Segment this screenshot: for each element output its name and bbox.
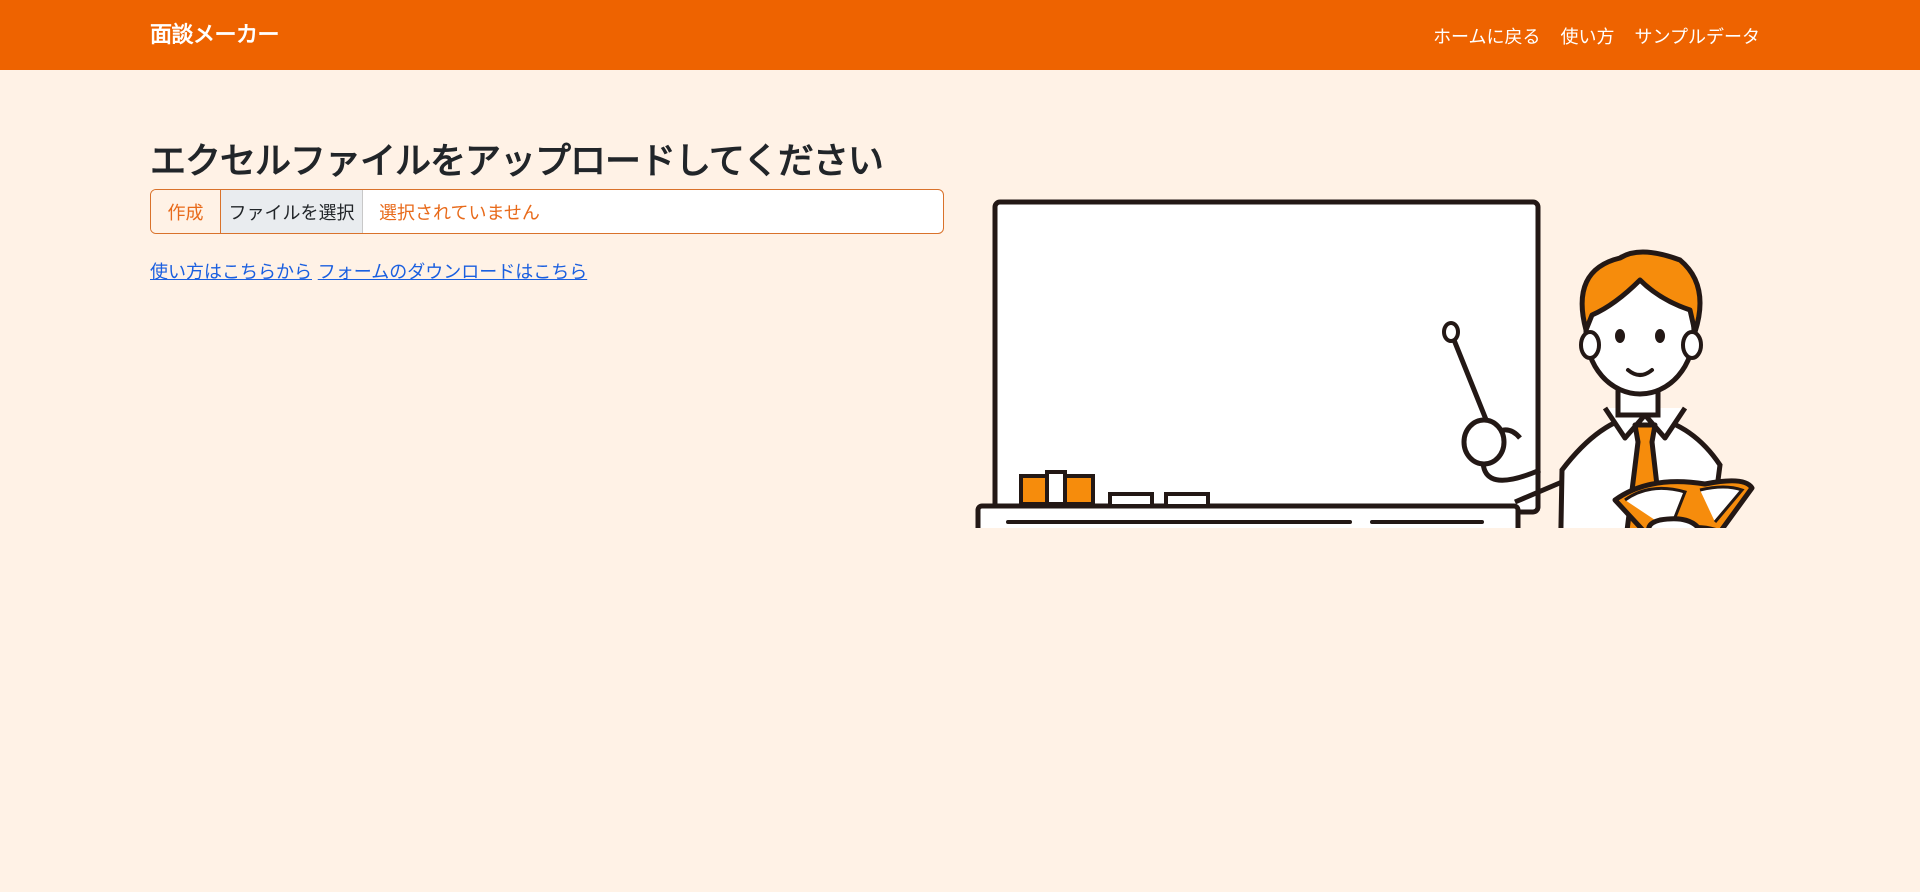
- file-upload-group: 作成 ファイルを選択 選択されていません: [150, 189, 944, 234]
- choose-file-button[interactable]: ファイルを選択: [221, 190, 363, 233]
- form-download-link[interactable]: フォームのダウンロードはこちら: [318, 262, 587, 283]
- whiteboard-tray: [975, 503, 1521, 528]
- top-navbar: 面談メーカー ホームに戻る 使い方 サンプルデータ: [0, 0, 1920, 70]
- whiteboard: [992, 199, 1541, 515]
- help-links: 使い方はこちらから フォームのダウンロードはこちら: [150, 258, 587, 284]
- brand-logo[interactable]: 面談メーカー: [150, 17, 280, 49]
- page-title: エクセルファイルをアップロードしてください: [150, 141, 884, 182]
- file-status-text[interactable]: 選択されていません: [363, 190, 943, 233]
- usage-link[interactable]: 使い方はこちらから: [150, 262, 312, 283]
- eraser-icon: [1019, 470, 1095, 506]
- teacher-whiteboard-illustration: [975, 199, 1755, 528]
- create-button[interactable]: 作成: [151, 190, 221, 233]
- nav-link-sample-data[interactable]: サンプルデータ: [1635, 23, 1760, 49]
- nav-link-home[interactable]: ホームに戻る: [1433, 23, 1540, 49]
- nav-link-usage[interactable]: 使い方: [1561, 23, 1615, 49]
- nav-links: ホームに戻る 使い方 サンプルデータ: [1433, 23, 1760, 49]
